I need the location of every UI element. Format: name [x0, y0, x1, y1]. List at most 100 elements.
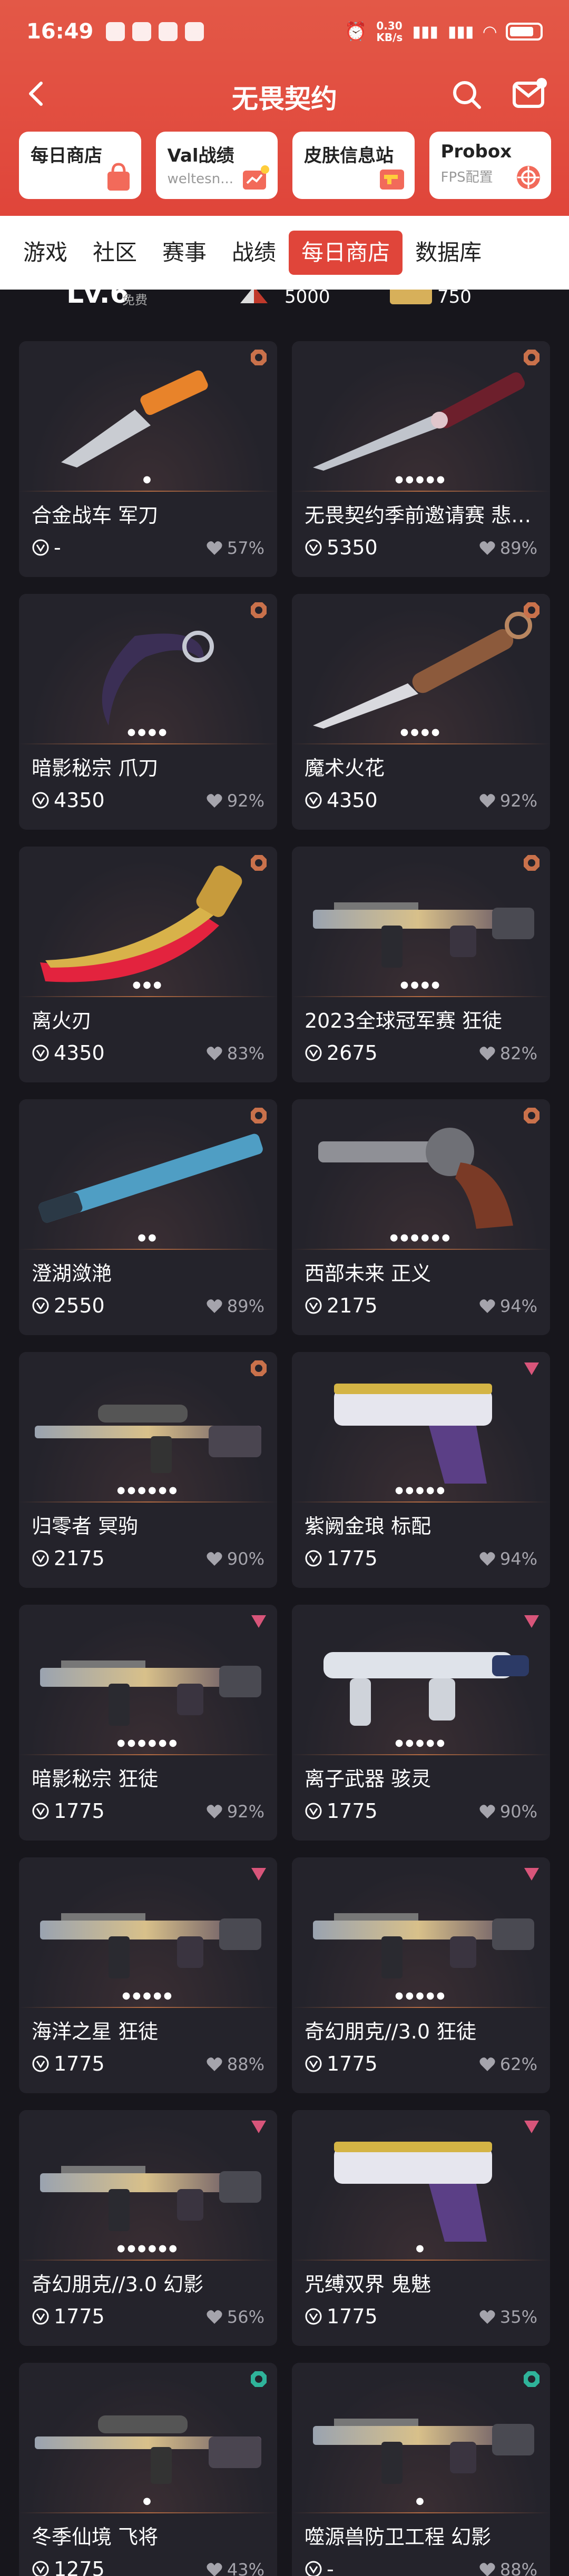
heart-icon[interactable] [479, 2056, 496, 2072]
skin-card[interactable]: ●●●●● 无畏契约季前邀请赛 悲… 5350 89% [292, 341, 550, 577]
skin-name: 离子武器 骇灵 [305, 1767, 431, 1791]
variant-dots: ●●●●●● [116, 1485, 180, 1496]
skin-card[interactable]: ●●●●●● 暗影秘宗 狂徒 1775 92% [19, 1605, 277, 1841]
skin-card[interactable]: ● 合金战车 军刀 - 57% [19, 341, 277, 577]
price-value: 2675 [327, 1041, 378, 1065]
tab-events[interactable]: 赛事 [150, 231, 219, 275]
variant-dots: ● [416, 2243, 426, 2254]
quick-link-val-stats[interactable]: Val战绩 weltesn... [155, 132, 278, 199]
heart-icon[interactable] [479, 793, 496, 809]
tier-badge-icon [524, 602, 539, 618]
heart-icon[interactable] [479, 540, 496, 556]
skin-art [19, 1352, 277, 1503]
notification-app-icon [159, 22, 178, 41]
skin-card[interactable]: ●●●●● 紫阙金琅 标配 1775 94% [292, 1352, 550, 1588]
valorant-points-icon [32, 1045, 49, 1061]
heart-icon[interactable] [479, 1551, 496, 1567]
skin-card[interactable]: ●●●●●● 西部未来 正义 2175 94% [292, 1099, 550, 1335]
variant-dots: ● [416, 2495, 426, 2507]
search-icon[interactable] [451, 79, 483, 111]
skin-art [292, 1605, 550, 1755]
price-value: 2550 [54, 1294, 105, 1317]
skin-art [292, 594, 550, 744]
weapon-skin-image [61, 370, 208, 468]
price: 4350 [305, 789, 378, 812]
quick-link-probox[interactable]: Probox FPS配置 [429, 132, 551, 199]
variant-dots: ● [143, 2495, 153, 2507]
quick-link-daily-shop[interactable]: 每日商店 [19, 132, 141, 199]
skin-card[interactable]: ●● 澄湖潋滟 2550 89% [19, 1099, 277, 1335]
battery-icon [506, 23, 543, 41]
tab-database[interactable]: 数据库 [403, 231, 494, 275]
weapon-skin-image [313, 2419, 534, 2484]
like-rate: 89% [206, 1296, 264, 1316]
heart-icon[interactable] [206, 1804, 223, 1819]
tier-badge-icon [524, 1108, 539, 1123]
heart-icon[interactable] [206, 540, 223, 556]
tier-badge-icon [251, 1868, 266, 1881]
skin-card[interactable]: ●●●● 2023全球冠军赛 狂徒 2675 82% [292, 847, 550, 1082]
skin-name: 海洋之星 狂徒 [32, 2020, 159, 2043]
heart-icon[interactable] [479, 1046, 496, 1061]
price: 1775 [32, 2305, 105, 2328]
heart-icon[interactable] [206, 1298, 223, 1314]
skin-art [19, 594, 277, 744]
skin-card[interactable]: ●●●●● 海洋之星 狂徒 1775 88% [19, 1857, 277, 2093]
tab-records[interactable]: 战绩 [219, 231, 289, 275]
price: 4350 [32, 1041, 105, 1065]
like-rate: 35% [479, 2307, 537, 2327]
heart-icon[interactable] [206, 793, 223, 809]
valorant-points-icon [305, 1550, 322, 1567]
like-percent: 83% [227, 1043, 264, 1063]
like-rate: 90% [479, 1802, 537, 1822]
skin-card[interactable]: ●●●● 暗影秘宗 爪刀 4350 92% [19, 594, 277, 830]
heart-icon[interactable] [479, 1804, 496, 1819]
tier-badge-icon [251, 2121, 266, 2133]
heart-icon[interactable] [479, 2562, 496, 2576]
price: 1775 [305, 1547, 378, 1570]
wifi-icon: ◠ [483, 22, 496, 42]
variant-dots: ●●●●● [395, 1990, 447, 2001]
tab-games[interactable]: 游戏 [11, 231, 80, 275]
price-value: 1775 [54, 2052, 105, 2075]
skin-art [19, 1605, 277, 1755]
price-value: 1275 [54, 2558, 105, 2576]
variant-dots: ●●●● [127, 727, 169, 738]
heart-icon[interactable] [479, 2309, 496, 2325]
valorant-points-icon [305, 792, 322, 809]
heart-icon[interactable] [206, 2562, 223, 2576]
skin-card[interactable]: ●●●●● 离子武器 骇灵 1775 90% [292, 1605, 550, 1841]
variant-dots: ●●●●● [395, 1737, 447, 1748]
weapon-skin-image [323, 1652, 529, 1726]
heart-icon[interactable] [206, 1551, 223, 1567]
tier-badge-icon [524, 2121, 539, 2133]
like-percent: 94% [499, 1296, 537, 1316]
price-value: 1775 [54, 2305, 105, 2328]
valorant-points-icon [305, 1045, 322, 1061]
like-percent: 82% [499, 1043, 537, 1063]
tab-daily-shop[interactable]: 每日商店 [289, 231, 403, 275]
skin-card[interactable]: ● 咒缚双界 鬼魅 1775 35% [292, 2110, 550, 2346]
quick-link-skin-info[interactable]: 皮肤信息站 [292, 132, 415, 199]
heart-icon[interactable] [479, 1298, 496, 1314]
skin-card[interactable]: ●●●●●● 归零者 冥驹 2175 90% [19, 1352, 277, 1588]
net-speed-unit: KB/s [376, 31, 403, 44]
skin-card[interactable]: ●●●● 魔术火花 4350 92% [292, 594, 550, 830]
skin-card[interactable]: ●●●●●● 奇幻朋克//3.0 幻影 1775 56% [19, 2110, 277, 2346]
skin-card[interactable]: ● 噬源兽防卫工程 幻影 - 88% [292, 2363, 550, 2576]
price-value: - [327, 2558, 334, 2576]
like-percent: 92% [227, 791, 264, 811]
price: 1775 [305, 2305, 378, 2328]
skin-card[interactable]: ●●● 离火刃 4350 83% [19, 847, 277, 1082]
price: 2675 [305, 1041, 378, 1065]
skin-card[interactable]: ●●●●● 奇幻朋克//3.0 狂徒 1775 62% [292, 1857, 550, 2093]
heart-icon[interactable] [206, 1046, 223, 1061]
radianite-icon [240, 290, 268, 303]
heart-icon[interactable] [206, 2309, 223, 2325]
skin-name: 西部未来 正义 [305, 1262, 431, 1285]
tab-community[interactable]: 社区 [80, 231, 150, 275]
skin-card[interactable]: ● 冬季仙境 飞将 1275 43% [19, 2363, 277, 2576]
heart-icon[interactable] [206, 2056, 223, 2072]
mail-icon[interactable] [511, 77, 548, 111]
skin-name: 奇幻朋克//3.0 狂徒 [305, 2020, 477, 2043]
